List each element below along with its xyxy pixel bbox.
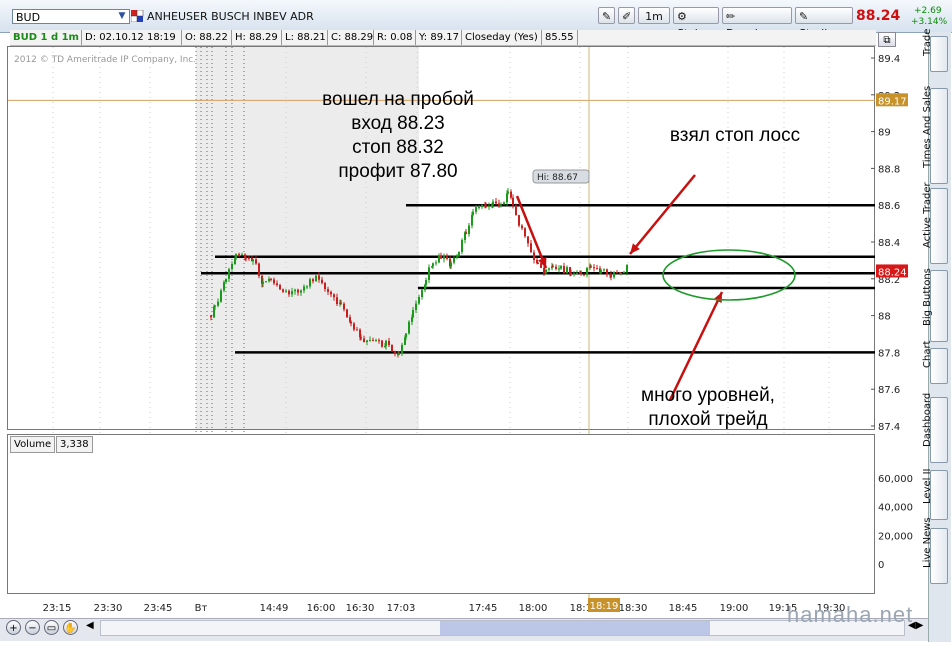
volume-tick-label: 20,000 [878,531,913,542]
volume-value: 3,338 [56,436,93,453]
percent-change: +3.14% [911,17,948,27]
volume-tick-label: 60,000 [878,474,913,485]
levels-note-line: плохой трейд [648,409,768,430]
symbol-period-label[interactable]: BUD 1 d 1m [10,30,82,45]
entry-note-line: вход 88.23 [351,113,445,134]
entry-note: вошел на пробой вход 88.23 стоп 88.32 пр… [300,88,496,184]
closeday-label: Closeday (Yes) [462,30,542,45]
bar-date: D: 02.10.12 18:19 [82,30,182,45]
sidebar-tab-text: Times And Sales [922,85,933,168]
scroll-left-icon[interactable]: ◀ [86,620,94,631]
studies-icon: ✎ [799,10,809,23]
price-tick-label: 87.8 [878,348,900,359]
symbol-dropdown-icon[interactable]: ▼ [116,10,128,22]
sidebar-tab-text: Chart [922,340,933,368]
closeday-value: 85.55 [542,30,578,45]
time-tick-label: 18:00 [519,603,548,614]
bar-close: C: 88.29 [328,30,374,45]
chart-toolbar: BUD ▼ ANHEUSER BUSCH INBEV ADR ✎ ✐ 1m ⚙ … [0,0,952,40]
last-price-flag-label: 88.24 [878,267,907,278]
company-name: ANHEUSER BUSCH INBEV ADR [147,10,314,23]
stop-note: взял стоп лосс [669,125,801,146]
price-tick-label: 88.8 [878,164,900,175]
levels-note-line: много уровней, [641,385,775,406]
sidebar-tab-times-and-sales[interactable]: Times And Sales [922,86,948,184]
sidebar-tab-chart[interactable]: Chart [922,341,948,384]
scrollbar-thumb[interactable] [440,621,710,635]
price-tick-label: 88.2 [878,275,900,286]
price-tick-label: 89.2 [878,91,900,102]
net-change: +2.69 [914,6,942,16]
sidebar-tab-text: Big Buttons [922,268,933,326]
volume-chart[interactable] [7,434,875,594]
last-price-flag [876,264,908,278]
time-tick-label: 23:30 [94,603,123,614]
price-tick-label: 89.4 [878,54,900,65]
bar-open: O: 88.22 [182,30,232,45]
time-tick-label: 17:45 [469,603,498,614]
pencil-tool-icon[interactable]: ✐ [618,7,635,24]
zoom-out-icon[interactable]: − [25,620,40,635]
time-tick-label: 23:15 [43,603,72,614]
time-tick-label: 18:45 [669,603,698,614]
time-tick-label: 17:03 [387,603,416,614]
prev-close-flag [876,93,908,107]
sidebar-tab-text: Level II [922,468,933,504]
time-tick-label: 18:30 [619,603,648,614]
time-tick-label: 14:49 [260,603,289,614]
sidebar-tab-active-trader[interactable]: Active Trader [922,182,948,264]
studies-button[interactable]: ✎ Studies [795,7,853,40]
pan-icon[interactable]: ✋ [63,620,78,635]
prev-close-flag-label: 89.17 [878,96,907,107]
sidebar-tab-text: Trade [922,28,933,56]
price-tick-label: 87.4 [878,422,900,433]
chart-settings-icon[interactable]: ⧉ [878,32,896,47]
crosshair-tool-icon[interactable]: ✎ [598,7,615,24]
symbol-input[interactable]: BUD [12,9,130,24]
volume-tick-label: 0 [878,560,884,571]
aggregation-button[interactable]: 1m [638,7,670,24]
time-tick-label: 16:00 [307,603,336,614]
price-tick-label: 88.6 [878,201,900,212]
bar-y: Y: 89.17 [416,30,462,45]
volume-tick-label: 40,000 [878,503,913,514]
sidebar-tab-trade[interactable]: Trade [922,29,948,72]
volume-label: Volume [10,436,56,453]
time-tick-label: 18:15 [570,603,599,614]
time-tick-label: 16:30 [346,603,375,614]
zoom-fit-icon[interactable]: ▭ [44,620,59,635]
bar-low: L: 88.21 [282,30,328,45]
sidebar-tab-text: Live News [922,517,933,568]
price-tick-label: 87.6 [878,385,900,396]
sidebar-tab-text: Active Trader [922,182,933,248]
sidebar-tab-level-ii[interactable]: Level II [922,469,948,520]
zoom-in-icon[interactable]: + [6,620,21,635]
bar-range: R: 0.08 [374,30,416,45]
levels-note: много уровней, плохой трейд [618,384,798,432]
drawings-button[interactable]: ✏ Drawings [722,7,792,40]
last-price: 88.24 [856,8,901,24]
drawings-icon: ✏ [726,10,736,23]
entry-note-line: профит 87.80 [338,161,458,182]
watermark: hamaha.net [787,602,914,627]
cursor-time-label: 18:19 [590,601,619,612]
symbol-link-icon[interactable] [131,10,144,22]
bar-high: H: 88.29 [232,30,282,45]
style-icon: ⚙ [677,10,687,23]
price-tick-label: 88 [878,312,891,323]
entry-note-line: вошел на пробой [322,89,474,110]
style-button[interactable]: ⚙ Style [673,7,719,40]
cursor-time-flag [588,598,620,612]
sidebar-tab-big-buttons[interactable]: Big Buttons [922,268,948,342]
price-tick-label: 89 [878,128,891,139]
sidebar-tab-dashboard[interactable]: Dashboard [922,393,948,463]
time-tick-label: Вт [195,603,208,614]
bar-info-strip: BUD 1 d 1m D: 02.10.12 18:19 O: 88.22 H:… [10,30,876,46]
sidebar-tab-live-news[interactable]: Live News [922,517,948,584]
time-tick-label: 23:45 [144,603,173,614]
price-tick-label: 88.4 [878,238,900,249]
time-tick-label: 19:00 [720,603,749,614]
entry-note-line: стоп 88.32 [352,137,444,158]
sidebar-tab-text: Dashboard [922,392,933,447]
